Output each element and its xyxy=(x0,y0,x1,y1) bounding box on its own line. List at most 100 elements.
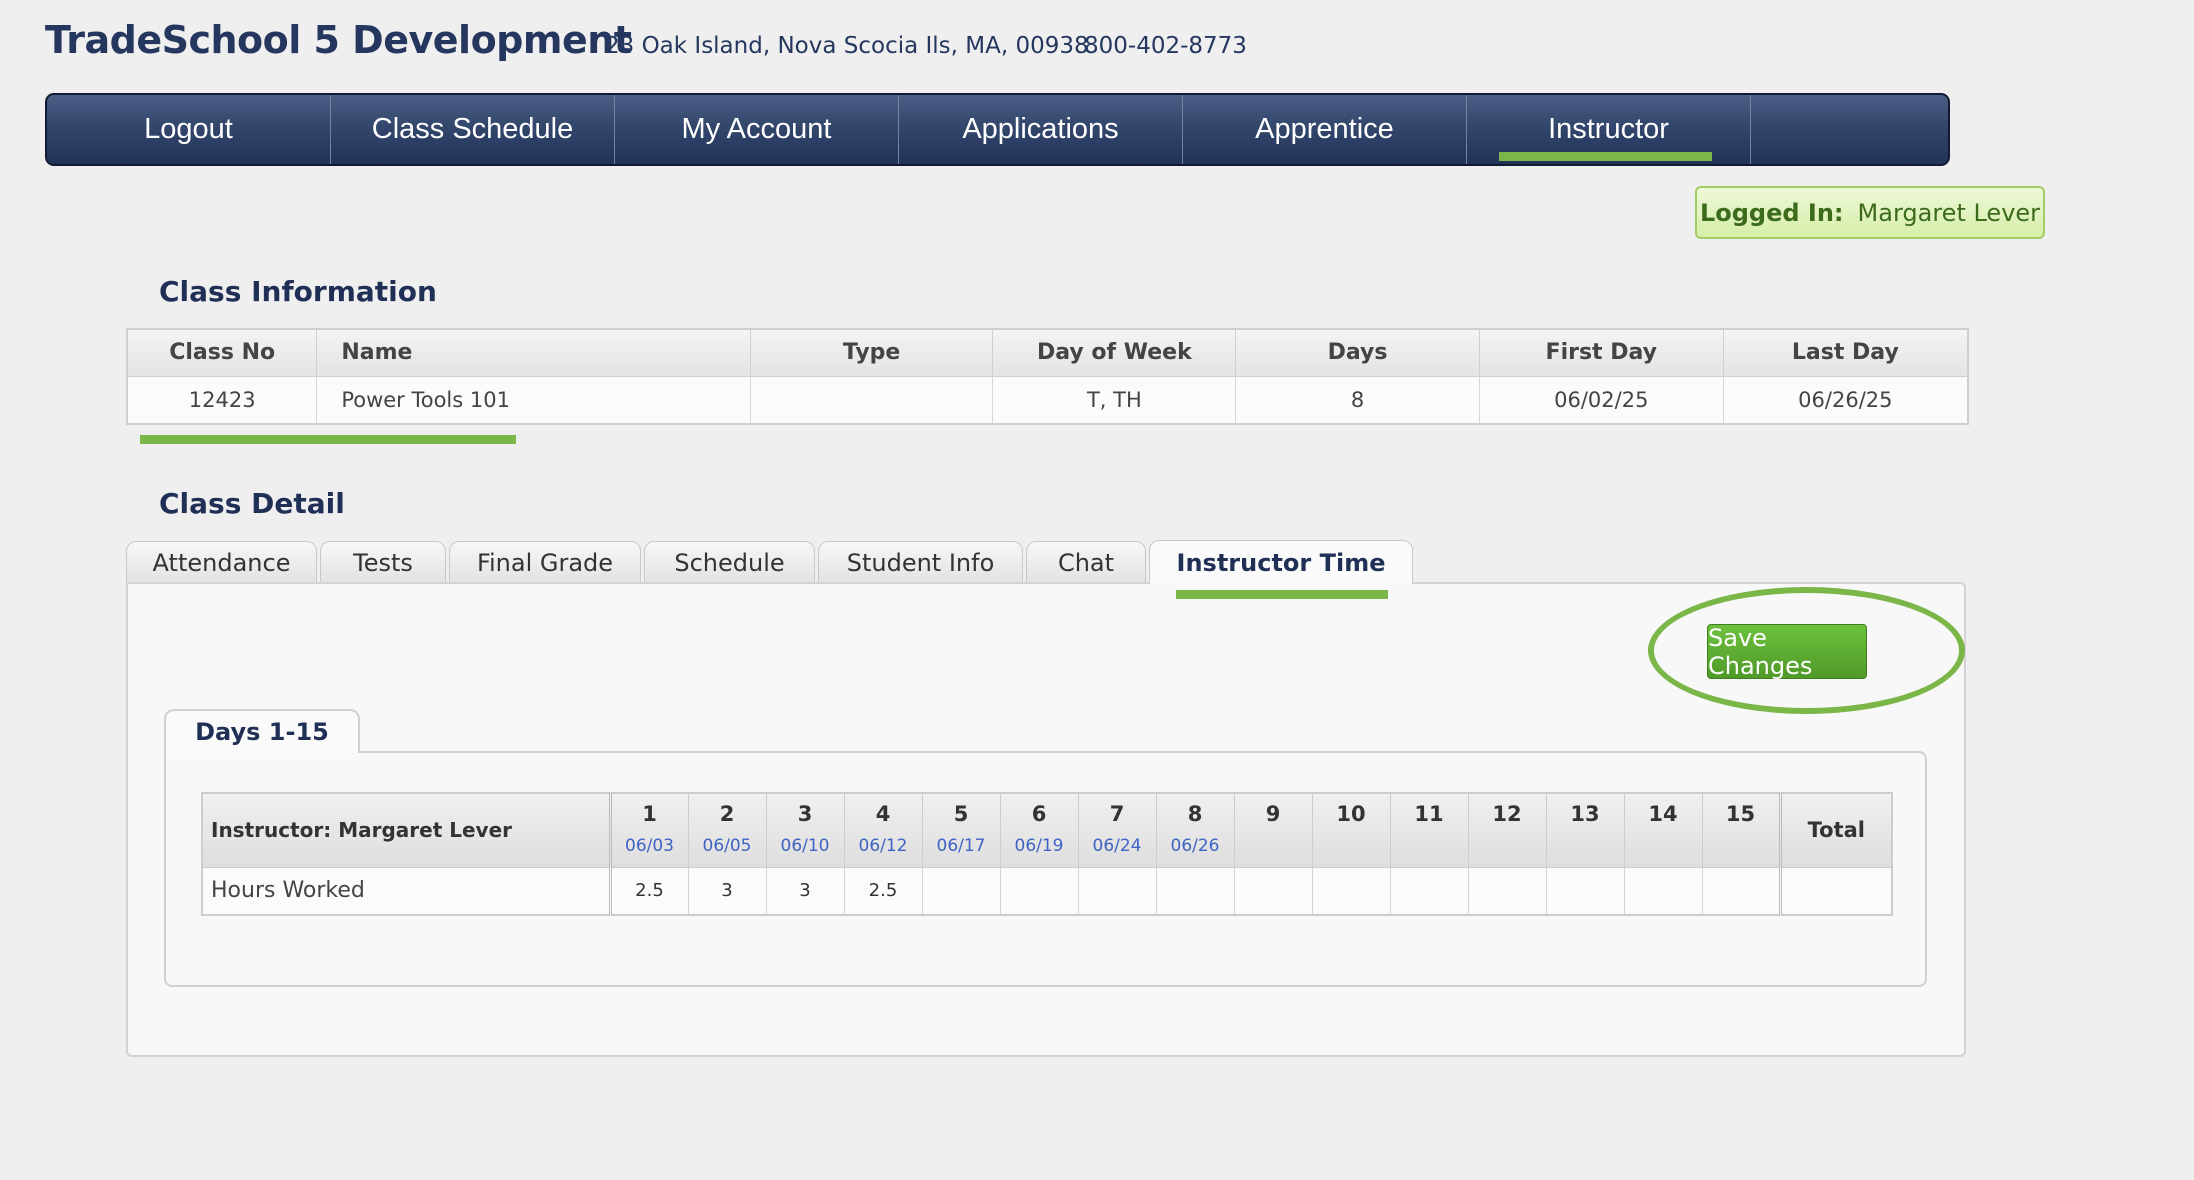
table-header-row: Class No Name Type Day of Week Days Firs… xyxy=(126,328,1969,377)
save-changes-button[interactable]: Save Changes xyxy=(1707,624,1867,680)
day-number: 9 xyxy=(1265,802,1281,826)
logged-in-user: Margaret Lever xyxy=(1857,198,2041,227)
day-date: 06/17 xyxy=(936,836,986,856)
table-header-row: Instructor: Margaret Lever 1 06/03 2 06/05 3… xyxy=(201,792,1893,868)
site-title: TradeSchool 5 Development xyxy=(45,18,632,62)
day-column-header: 6 06/19 xyxy=(999,792,1079,868)
hours-cell[interactable] xyxy=(999,866,1079,916)
day-of-week-cell: T, TH xyxy=(992,375,1237,425)
class-information-table: Class No Name Type Day of Week Days Firs… xyxy=(126,328,1969,425)
hours-cell[interactable] xyxy=(1155,866,1235,916)
day-number: 1 xyxy=(642,802,657,826)
column-header: Last Day xyxy=(1722,328,1969,377)
class-information-title: Class Information xyxy=(159,275,437,308)
tab-final-grade[interactable]: Final Grade xyxy=(449,541,641,584)
column-header: Days xyxy=(1235,328,1480,377)
column-header: Class No xyxy=(126,328,318,377)
day-date: 06/05 xyxy=(702,836,752,856)
total-cell xyxy=(1778,866,1893,916)
column-header: First Day xyxy=(1478,328,1724,377)
day-column-header: 7 06/24 xyxy=(1077,792,1157,868)
day-date: 06/19 xyxy=(1014,836,1064,856)
class-type-cell xyxy=(749,375,994,425)
last-day-cell: 06/26/25 xyxy=(1722,375,1969,425)
nav-class-schedule[interactable]: Class Schedule xyxy=(331,95,615,164)
nav-logout[interactable]: Logout xyxy=(47,95,331,164)
day-date: 06/12 xyxy=(858,836,908,856)
site-phone: 800-402-8773 xyxy=(1084,33,1247,59)
day-number: 10 xyxy=(1336,802,1366,826)
day-number: 15 xyxy=(1725,802,1756,826)
day-date: 06/26 xyxy=(1170,836,1220,856)
day-column-header: 1 06/03 xyxy=(609,792,689,868)
class-detail-title: Class Detail xyxy=(159,487,345,520)
day-number: 5 xyxy=(953,802,969,826)
day-number: 2 xyxy=(719,802,735,826)
total-header: Total xyxy=(1778,792,1893,868)
column-header: Name xyxy=(316,328,751,377)
hours-cell[interactable]: 2.5 xyxy=(609,866,689,916)
nav-instructor[interactable]: Instructor xyxy=(1467,95,1751,164)
day-column-header: 5 06/17 xyxy=(921,792,1001,868)
table-row: 12423 Power Tools 101 T, TH 8 06/02/25 0… xyxy=(126,375,1969,425)
day-number: 6 xyxy=(1031,802,1047,826)
day-column-header: 11 xyxy=(1389,792,1469,868)
column-header: Type xyxy=(749,328,994,377)
day-number: 8 xyxy=(1187,802,1203,826)
hours-cell[interactable] xyxy=(1233,866,1313,916)
nav-my-account[interactable]: My Account xyxy=(615,95,899,164)
instructor-hours-table: Instructor: Margaret Lever 1 06/03 2 06/05 3… xyxy=(201,792,1893,916)
nav-apprentice[interactable]: Apprentice xyxy=(1183,95,1467,164)
class-no-cell: 12423 xyxy=(126,375,318,425)
day-number: 11 xyxy=(1414,802,1444,826)
tab-student-info[interactable]: Student Info xyxy=(818,541,1023,584)
tab-instructor-time[interactable]: Instructor Time xyxy=(1149,540,1413,599)
day-number: 7 xyxy=(1109,802,1125,826)
hours-cell[interactable] xyxy=(1623,866,1703,916)
logged-in-label: Logged In: xyxy=(1699,198,1844,227)
days-cell: 8 xyxy=(1235,375,1480,425)
highlight-underline xyxy=(140,435,516,444)
hours-cell[interactable] xyxy=(1389,866,1469,916)
day-column-header: 2 06/05 xyxy=(687,792,767,868)
nav-applications[interactable]: Applications xyxy=(899,95,1183,164)
day-date: 06/03 xyxy=(625,836,674,856)
day-column-header: 10 xyxy=(1311,792,1391,868)
day-column-header: 3 06/10 xyxy=(765,792,845,868)
site-address: 23 Oak Island, Nova Scocia Ils, MA, 0093… xyxy=(605,33,1089,59)
class-name-cell: Power Tools 101 xyxy=(316,375,751,425)
day-column-header: 4 06/12 xyxy=(843,792,923,868)
day-column-header: 8 06/26 xyxy=(1155,792,1235,868)
day-column-header: 9 xyxy=(1233,792,1313,868)
hours-cell[interactable] xyxy=(1311,866,1391,916)
day-date: 06/24 xyxy=(1092,836,1142,856)
tab-schedule[interactable]: Schedule xyxy=(644,541,815,584)
day-column-header: 14 xyxy=(1623,792,1703,868)
day-number: 3 xyxy=(797,802,813,826)
day-column-header: 15 xyxy=(1701,792,1781,868)
hours-cell[interactable]: 2.5 xyxy=(843,866,923,916)
hours-worked-label: Hours Worked xyxy=(201,866,612,916)
hours-cell[interactable] xyxy=(1701,866,1781,916)
hours-cell[interactable] xyxy=(1467,866,1547,916)
hours-cell[interactable] xyxy=(921,866,1001,916)
hours-cell[interactable] xyxy=(1077,866,1157,916)
day-number: 14 xyxy=(1648,802,1678,826)
instructor-header: Instructor: Margaret Lever xyxy=(201,792,612,868)
day-date: 06/10 xyxy=(780,836,830,856)
hours-cell[interactable]: 3 xyxy=(765,866,845,916)
tab-attendance[interactable]: Attendance xyxy=(126,541,317,584)
first-day-cell: 06/02/25 xyxy=(1478,375,1724,425)
day-number: 4 xyxy=(875,802,891,826)
main-nav: Logout Class Schedule My Account Applica… xyxy=(45,93,1950,166)
logged-in-badge: Logged In: Margaret Lever xyxy=(1695,186,2045,239)
column-header: Day of Week xyxy=(992,328,1237,377)
hours-cell[interactable]: 3 xyxy=(687,866,767,916)
day-column-header: 12 xyxy=(1467,792,1547,868)
tab-chat[interactable]: Chat xyxy=(1026,541,1146,584)
tab-tests[interactable]: Tests xyxy=(320,541,446,584)
tab-days-1-15[interactable]: Days 1-15 xyxy=(164,709,360,753)
hours-cell[interactable] xyxy=(1545,866,1625,916)
day-number: 13 xyxy=(1570,802,1600,826)
